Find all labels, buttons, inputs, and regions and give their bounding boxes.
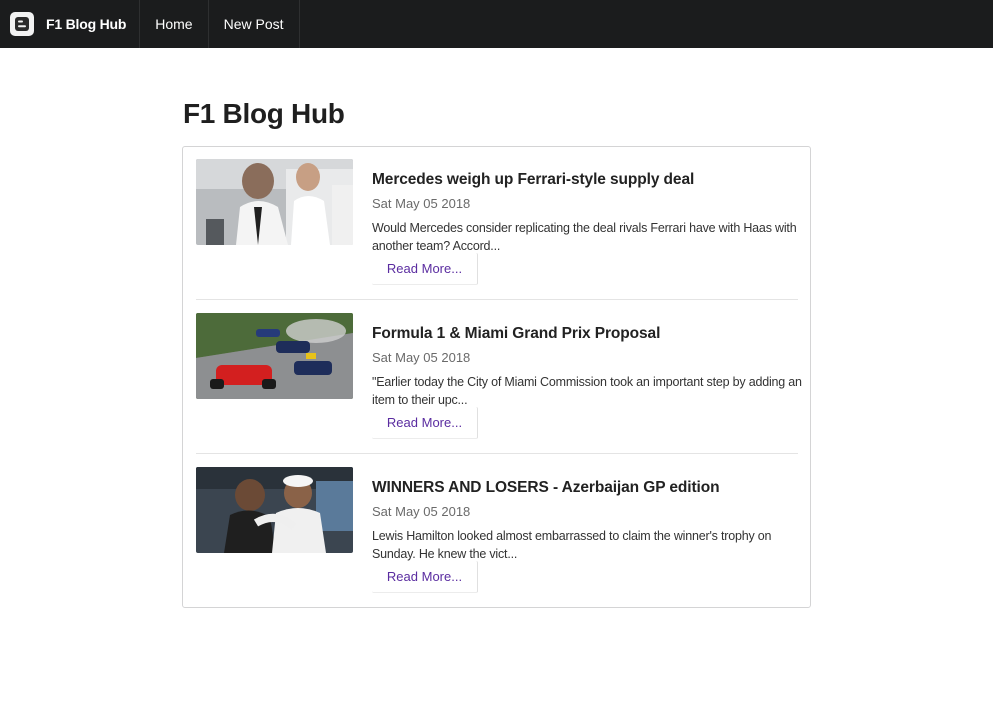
nav-home[interactable]: Home — [140, 0, 209, 48]
read-more-button[interactable]: Read More... — [372, 407, 478, 439]
post-excerpt: Would Mercedes consider replicating the … — [372, 221, 797, 253]
read-more-button[interactable]: Read More... — [372, 561, 478, 593]
post-list-card: Mercedes weigh up Ferrari-style supply d… — [182, 146, 811, 608]
brand-link[interactable]: F1 Blog Hub — [0, 0, 141, 48]
nav-new-post-label: New Post — [223, 16, 284, 32]
read-more-button[interactable]: Read More... — [372, 253, 478, 285]
post-title[interactable]: Mercedes weigh up Ferrari-style supply d… — [372, 171, 694, 189]
post-item: Formula 1 & Miami Grand Prix Proposal Sa… — [196, 313, 802, 467]
post-date: Sat May 05 2018 — [372, 350, 471, 365]
blogger-icon — [10, 12, 34, 36]
post-date: Sat May 05 2018 — [372, 504, 471, 519]
post-thumbnail[interactable] — [196, 159, 353, 245]
post-divider — [196, 453, 798, 454]
post-date: Sat May 05 2018 — [372, 196, 471, 211]
brand-name: F1 Blog Hub — [46, 16, 127, 32]
post-item: WINNERS AND LOSERS - Azerbaijan GP editi… — [196, 467, 798, 621]
nav-new-post[interactable]: New Post — [209, 0, 300, 48]
post-excerpt: "Earlier today the City of Miami Commiss… — [372, 375, 802, 407]
post-title[interactable]: WINNERS AND LOSERS - Azerbaijan GP editi… — [372, 479, 720, 497]
post-thumbnail[interactable] — [196, 313, 353, 399]
post-excerpt: Lewis Hamilton looked almost embarrassed… — [372, 529, 772, 561]
nav-home-label: Home — [155, 16, 193, 32]
post-item: Mercedes weigh up Ferrari-style supply d… — [196, 159, 798, 313]
page-title: F1 Blog Hub — [183, 98, 345, 129]
post-thumbnail[interactable] — [196, 467, 353, 553]
top-navbar: F1 Blog Hub Home New Post — [0, 0, 993, 48]
post-divider — [196, 299, 798, 300]
post-title[interactable]: Formula 1 & Miami Grand Prix Proposal — [372, 325, 660, 343]
